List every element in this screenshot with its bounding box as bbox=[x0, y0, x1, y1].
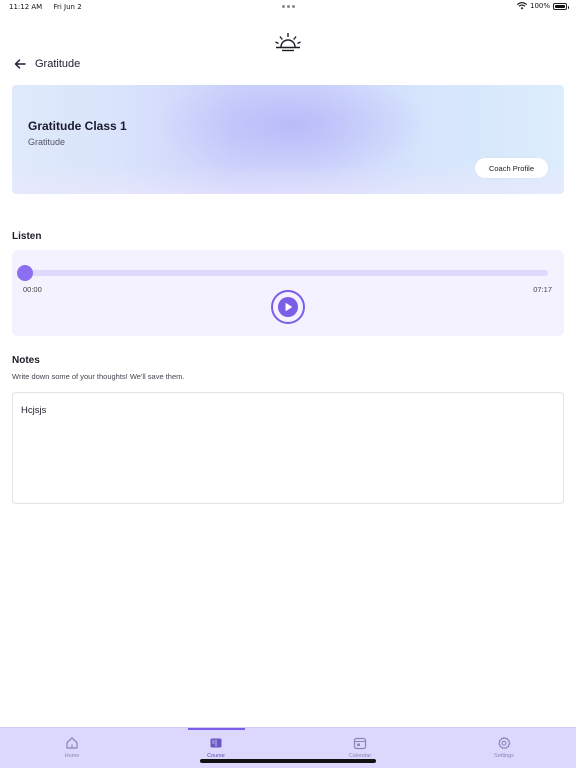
wifi-icon bbox=[516, 2, 527, 10]
status-date: Fri Jun 2 bbox=[53, 3, 82, 11]
progress-thumb[interactable] bbox=[17, 265, 33, 281]
home-indicator bbox=[200, 759, 376, 763]
notes-hint: Write down some of your thoughts! We'll … bbox=[12, 372, 185, 381]
battery-percent: 100% bbox=[529, 2, 550, 10]
current-time: 00:00 bbox=[23, 285, 42, 294]
arrow-left-icon bbox=[14, 59, 26, 69]
status-time: 11:12 AM bbox=[9, 3, 43, 11]
audio-player: 00:00 07:17 bbox=[12, 250, 564, 336]
course-hero-card: Gratitude Class 1 Gratitude Coach Profil… bbox=[12, 85, 564, 194]
book-icon bbox=[210, 738, 222, 748]
tab-label-home: Home bbox=[64, 753, 80, 759]
gear-icon bbox=[498, 736, 511, 749]
home-icon bbox=[66, 737, 78, 749]
multitasking-dots[interactable] bbox=[282, 5, 295, 8]
progress-track[interactable] bbox=[26, 270, 548, 276]
notes-heading: Notes bbox=[12, 355, 40, 366]
listen-heading: Listen bbox=[12, 231, 42, 242]
back-button[interactable] bbox=[13, 57, 27, 71]
page-title: Gratitude bbox=[35, 58, 81, 70]
status-left: 11:12 AM Fri Jun 2 bbox=[9, 3, 82, 11]
nav-header: Gratitude bbox=[13, 57, 80, 71]
course-category: Gratitude bbox=[28, 137, 66, 147]
course-title: Gratitude Class 1 bbox=[28, 119, 127, 133]
tab-label-settings: Settings bbox=[494, 753, 514, 759]
status-right: 100% bbox=[516, 2, 569, 10]
battery-icon bbox=[553, 2, 569, 10]
sunrise-icon bbox=[275, 33, 301, 52]
coach-profile-button[interactable]: Coach Profile bbox=[474, 158, 548, 178]
calendar-icon bbox=[353, 737, 367, 750]
play-icon bbox=[278, 297, 298, 317]
tab-settings[interactable]: Settings bbox=[432, 728, 576, 768]
duration-time: 07:17 bbox=[533, 285, 552, 294]
tab-home[interactable]: Home bbox=[0, 728, 144, 768]
play-button[interactable] bbox=[271, 290, 305, 324]
notes-input[interactable] bbox=[12, 392, 564, 504]
status-bar: 11:12 AM Fri Jun 2 100% bbox=[0, 0, 576, 14]
